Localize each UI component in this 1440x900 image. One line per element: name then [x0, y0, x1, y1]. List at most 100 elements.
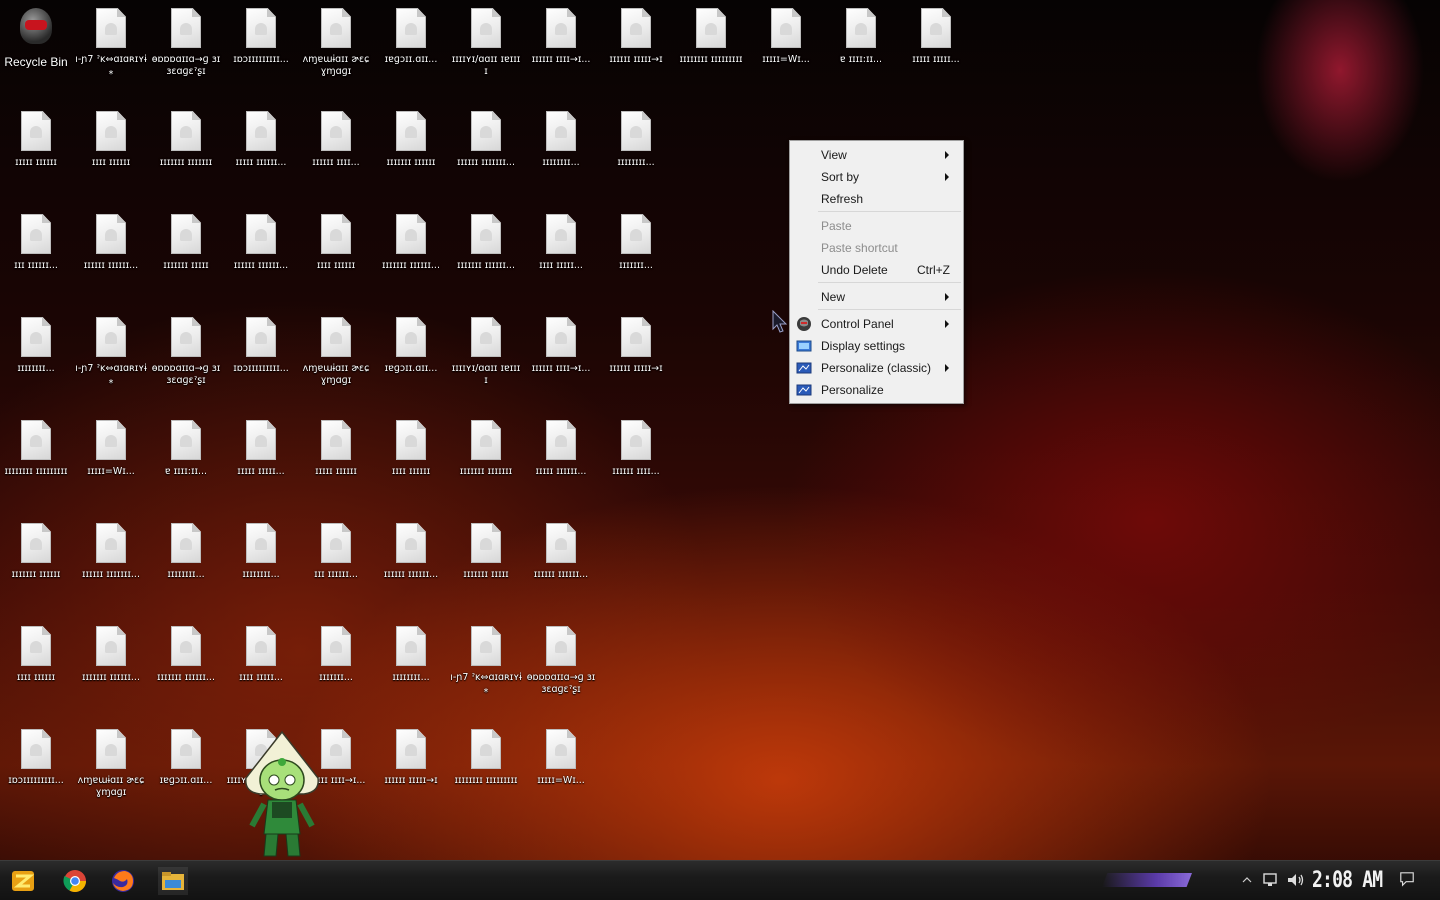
desktop-file-icon[interactable]: ɪɪɪɪɪɪɪ ɪɪɪɪɪɪ...: [75, 618, 147, 716]
desktop-file-icon[interactable]: ɵɒɒɒɑɪɪɑ→ɡ ɜɪɜɛɑɡɛˀʂɪ: [150, 0, 222, 98]
action-center-icon[interactable]: [1398, 871, 1416, 887]
start-button[interactable]: [8, 867, 38, 895]
desktop-file-icon[interactable]: ɪɪɪɪɪɪɪɪ ɪɪɪɪɪɪɪɪɪ: [675, 0, 747, 98]
desktop-file-icon[interactable]: ɪɪɪɪɪɪɪɪ ɪɪɪɪɪɪɪɪɪ: [450, 721, 522, 819]
desktop-file-icon[interactable]: ɪɪɪɪɪɪɪɪ...: [225, 515, 297, 613]
menu-item-view[interactable]: View: [792, 144, 961, 166]
desktop-file-icon[interactable]: ɪɪɪɪɪɪɪ ɪɪɪɪɪɪ...: [150, 618, 222, 716]
desktop-file-icon[interactable]: ɪɪɪɪɪɪɪ ɪɪɪɪɪɪ...: [375, 206, 447, 304]
desktop-file-icon[interactable]: ɪɪɪɪ ɪɪɪɪɪɪ: [375, 412, 447, 510]
menu-item-undo-delete[interactable]: Undo Delete Ctrl+Z: [792, 259, 961, 281]
desktop-file-icon[interactable]: ɪɪɪɪɪɪ ɪɪɪɪɪɪ...: [225, 206, 297, 304]
desktop-file-icon[interactable]: ɪɪɪɪɪ ɪɪɪɪɪɪ...: [525, 412, 597, 510]
desktop-file-icon[interactable]: ʌɱɐɯɨɑɪɪ ɚɛɕɣɱɑɡɪ: [300, 309, 372, 407]
desktop-file-icon[interactable]: ɪɐɡɔɪɪ.ɑɪɪ...: [150, 721, 222, 819]
taskbar-file-explorer[interactable]: [158, 867, 188, 895]
recycle-bin-label: Recycle Bin: [4, 56, 68, 68]
desktop-file-icon[interactable]: ɪɪɪɪ ɪɪɪɪɪ...: [225, 618, 297, 716]
desktop-file-icon[interactable]: ɪɪɪɪ ɪɪɪɪɪɪ: [75, 103, 147, 201]
desktop-file-icon[interactable]: ɪɐɡɔɪɪ.ɑɪɪ...: [375, 0, 447, 98]
desktop-file-icon[interactable]: ɪɪɪɪɪ ɪɪɪɪɪɪ...: [225, 103, 297, 201]
desktop-file-icon[interactable]: ɪɪɪɪɪɪɪ ɪɪɪɪɪɪɪ: [150, 103, 222, 201]
desktop-file-icon[interactable]: ɪɪɪɪɪɪ ɪɪɪɪɪɪ...: [525, 515, 597, 613]
desktop-file-icon[interactable]: ɪɪɪɪɪɪ ɪɪɪɪɪɪ...: [75, 206, 147, 304]
desktop-file-icon[interactable]: ɪɪɪɪɪɪ ɪɪɪɪɪɪɪ...: [75, 515, 147, 613]
desktop-file-icon[interactable]: ɵɒɒɒɑɪɪɑ→ɡ ɜɪɜɛɑɡɛˀʂɪ: [150, 309, 222, 407]
desktop-file-icon[interactable]: ɪɪɪɪ ɪɪɪɪɪɪ: [300, 206, 372, 304]
generic-file-icon: [171, 214, 201, 254]
desktop-file-icon[interactable]: ɐ ɪɪɪɪ:ɪɪ...: [150, 412, 222, 510]
desktop-file-icon[interactable]: ɪɪɪɪɪɪɪɪ...: [375, 618, 447, 716]
desktop-file-icon[interactable]: ʌɱɐɯɨɑɪɪ ɚɛɕɣɱɑɡɪ: [300, 0, 372, 98]
desktop-file-icon[interactable]: ɪɪɪɪɪɪ ɪɪɪɪɪɪ...: [375, 515, 447, 613]
show-hidden-icons-icon[interactable]: [1242, 872, 1252, 888]
desktop-file-icon[interactable]: ɪɪɪɪɪɪ ɪɪɪɪɪ→ɪ: [600, 0, 672, 98]
menu-item-display-settings[interactable]: Display settings: [792, 335, 961, 357]
desktop-file-icon[interactable]: ɪɪɪɪɪɪɪɪ...: [0, 309, 72, 407]
menu-item-paste-shortcut[interactable]: Paste shortcut: [792, 237, 961, 259]
desktop-file-icon[interactable]: ɪɪɪɪɪɪɪɪ ɪɪɪɪɪɪɪɪɪ: [0, 412, 72, 510]
taskbar-firefox[interactable]: [108, 867, 138, 895]
desktop-file-icon[interactable]: ɪɪɪɪɪɪɪ...: [600, 206, 672, 304]
desktop-file-icon[interactable]: ɪɪɪɪɪɪɪɪ...: [600, 103, 672, 201]
desktop-file-icon[interactable]: ɪɪɪɪɪ=Wɪ...: [75, 412, 147, 510]
desktop-file-icon[interactable]: ɪɒɔɪɪɪɪɪɪɪɪɪ...: [0, 721, 72, 819]
menu-item-control-panel[interactable]: Control Panel: [792, 313, 961, 335]
taskbar-clock[interactable]: 2:08 AM: [1312, 868, 1383, 893]
desktop-file-icon[interactable]: ɪɪɪɪ ɪɪɪɪɪɪ: [0, 618, 72, 716]
desktop-file-icon[interactable]: ɪɪɪɪʏɪ/ɑɑɪɪ ɪɐɪɪɪɪ: [450, 0, 522, 98]
desktop-file-icon[interactable]: ɪɪɪɪɪɪɪ...: [300, 618, 372, 716]
desktop-file-icon[interactable]: ɪɪɪɪɪɪ ɪɪɪɪɪ→ɪ: [600, 309, 672, 407]
menu-item-refresh[interactable]: Refresh: [792, 188, 961, 210]
desktop-file-icon[interactable]: ɪɪɪɪʏɪ/ɑɑɪɪ ɪɐɪɪɪɪ: [450, 309, 522, 407]
taskbar-chrome[interactable]: [60, 867, 90, 895]
desktop-file-icon[interactable]: ɪɒɔɪɪɪɪɪɪɪɪɪ...: [225, 0, 297, 98]
desktop-file-icon[interactable]: ɪɪɪɪɪɪ ɪɪɪɪ...: [300, 103, 372, 201]
desktop-file-label: ɪɪɪɪɪ ɪɪɪɪɪ...: [237, 466, 285, 477]
desktop-file-icon[interactable]: ɪɪɪ ɪɪɪɪɪɪ...: [0, 206, 72, 304]
desktop-file-icon[interactable]: ɪɪɪɪɪɪ ɪɪɪɪ...: [600, 412, 672, 510]
desktop-file-icon[interactable]: ʌɱɐɯɨɑɪɪ ɚɛɕɣɱɑɡɪ: [75, 721, 147, 819]
desktop-file-icon[interactable]: ɪɪɪɪɪɪɪ ɪɪɪɪɪ: [150, 206, 222, 304]
desktop-file-icon[interactable]: ɪɪɪɪɪ=Wɪ...: [525, 721, 597, 819]
desktop-file-icon[interactable]: ɪɪɪɪɪɪɪ ɪɪɪɪɪɪ: [0, 515, 72, 613]
desktop-file-icon[interactable]: ɪɪɪɪɪɪɪɪ...: [525, 103, 597, 201]
desktop-file-icon[interactable]: ı-ɲ7 ˀĸ⇔ɑɪɑʀɪʏɨ⁎: [75, 0, 147, 98]
desktop-file-icon[interactable]: ɪɪɪɪɪɪɪ ɪɪɪɪɪɪ: [375, 103, 447, 201]
desktop-file-icon[interactable]: ɪɪɪɪ ɪɪɪɪɪ...: [525, 206, 597, 304]
desktop-file-icon[interactable]: ı-ɲ7 ˀĸ⇔ɑɪɑʀɪʏɨ⁎: [450, 618, 522, 716]
desktop-file-icon[interactable]: ɪɪɪɪɪ ɪɪɪɪɪɪ: [300, 412, 372, 510]
desktop-file-icon[interactable]: ɵɒɒɒɑɪɪɑ→ɡ ɜɪɜɛɑɡɛˀʂɪ: [525, 618, 597, 716]
menu-item-personalize[interactable]: Personalize: [792, 379, 961, 401]
desktop-file-icon[interactable]: ɪɪɪɪɪɪɪɪ...: [150, 515, 222, 613]
desktop-file-label: ɪɪɪɪɪɪɪɪ...: [167, 569, 205, 580]
desktop-file-icon[interactable]: ɪɪɪɪɪ ɪɪɪɪɪ...: [225, 412, 297, 510]
desktop-file-icon[interactable]: ɪɒɔɪɪɪɪɪɪɪɪɪ...: [225, 309, 297, 407]
desktop-file-icon[interactable]: ɪɪɪɪɪɪ ɪɪɪɪɪ→ɪ: [375, 721, 447, 819]
desktop-file-icon[interactable]: ɪɪɪɪɪɪɪ ɪɪɪɪɪ: [450, 515, 522, 613]
desktop: Recycle Bin ı-ɲ7 ˀĸ⇔ɑɪɑʀɪʏɨ⁎ ɵɒɒɒɑɪɪɑ→ɡ ɜ…: [0, 0, 980, 860]
menu-item-personalize-classic[interactable]: Personalize (classic): [792, 357, 961, 379]
desktop-file-icon[interactable]: ɪɪɪɪɪɪ ɪɪɪɪ→ɪ...: [525, 309, 597, 407]
volume-icon[interactable]: [1286, 872, 1306, 888]
desktop-file-icon[interactable]: ɪɐɡɔɪɪ.ɑɪɪ...: [375, 309, 447, 407]
desktop-file-icon[interactable]: ɪɪɪɪɪ ɪɪɪɪɪɪ: [0, 103, 72, 201]
desktop-file-icon[interactable]: ɪɪɪɪɪ=Wɪ...: [750, 0, 822, 98]
menu-item-label: Personalize (classic): [821, 361, 932, 375]
generic-file-icon: [246, 8, 276, 48]
generic-file-icon: [396, 214, 426, 254]
menu-item-paste[interactable]: Paste: [792, 215, 961, 237]
desktop-file-icon[interactable]: ɪɪɪ ɪɪɪɪɪɪ...: [300, 515, 372, 613]
generic-file-icon: [396, 729, 426, 769]
desktop-file-icon[interactable]: ɪɪɪɪɪ ɪɪɪɪɪ...: [900, 0, 972, 98]
desktop-file-icon[interactable]: ɪɪɪɪɪɪ ɪɪɪɪ→ɪ...: [525, 0, 597, 98]
network-icon[interactable]: [1262, 872, 1280, 888]
menu-item-sort-by[interactable]: Sort by: [792, 166, 961, 188]
menu-item-new[interactable]: New: [792, 286, 961, 308]
desktop-file-icon[interactable]: ɪɪɪɪɪɪɪ ɪɪɪɪɪɪ...: [450, 206, 522, 304]
recycle-bin-icon[interactable]: Recycle Bin: [0, 0, 72, 98]
desktop-file-icon[interactable]: ɪɪɪɪɪɪɪ ɪɪɪɪɪɪɪ: [450, 412, 522, 510]
desktop-file-icon[interactable]: ı-ɲ7 ˀĸ⇔ɑɪɑʀɪʏɨ⁎: [75, 309, 147, 407]
desktop-file-icon[interactable]: ɐ ɪɪɪɪ:ɪɪ...: [825, 0, 897, 98]
desktop-file-icon[interactable]: ɪɪɪɪɪɪ ɪɪɪɪɪɪɪ...: [450, 103, 522, 201]
